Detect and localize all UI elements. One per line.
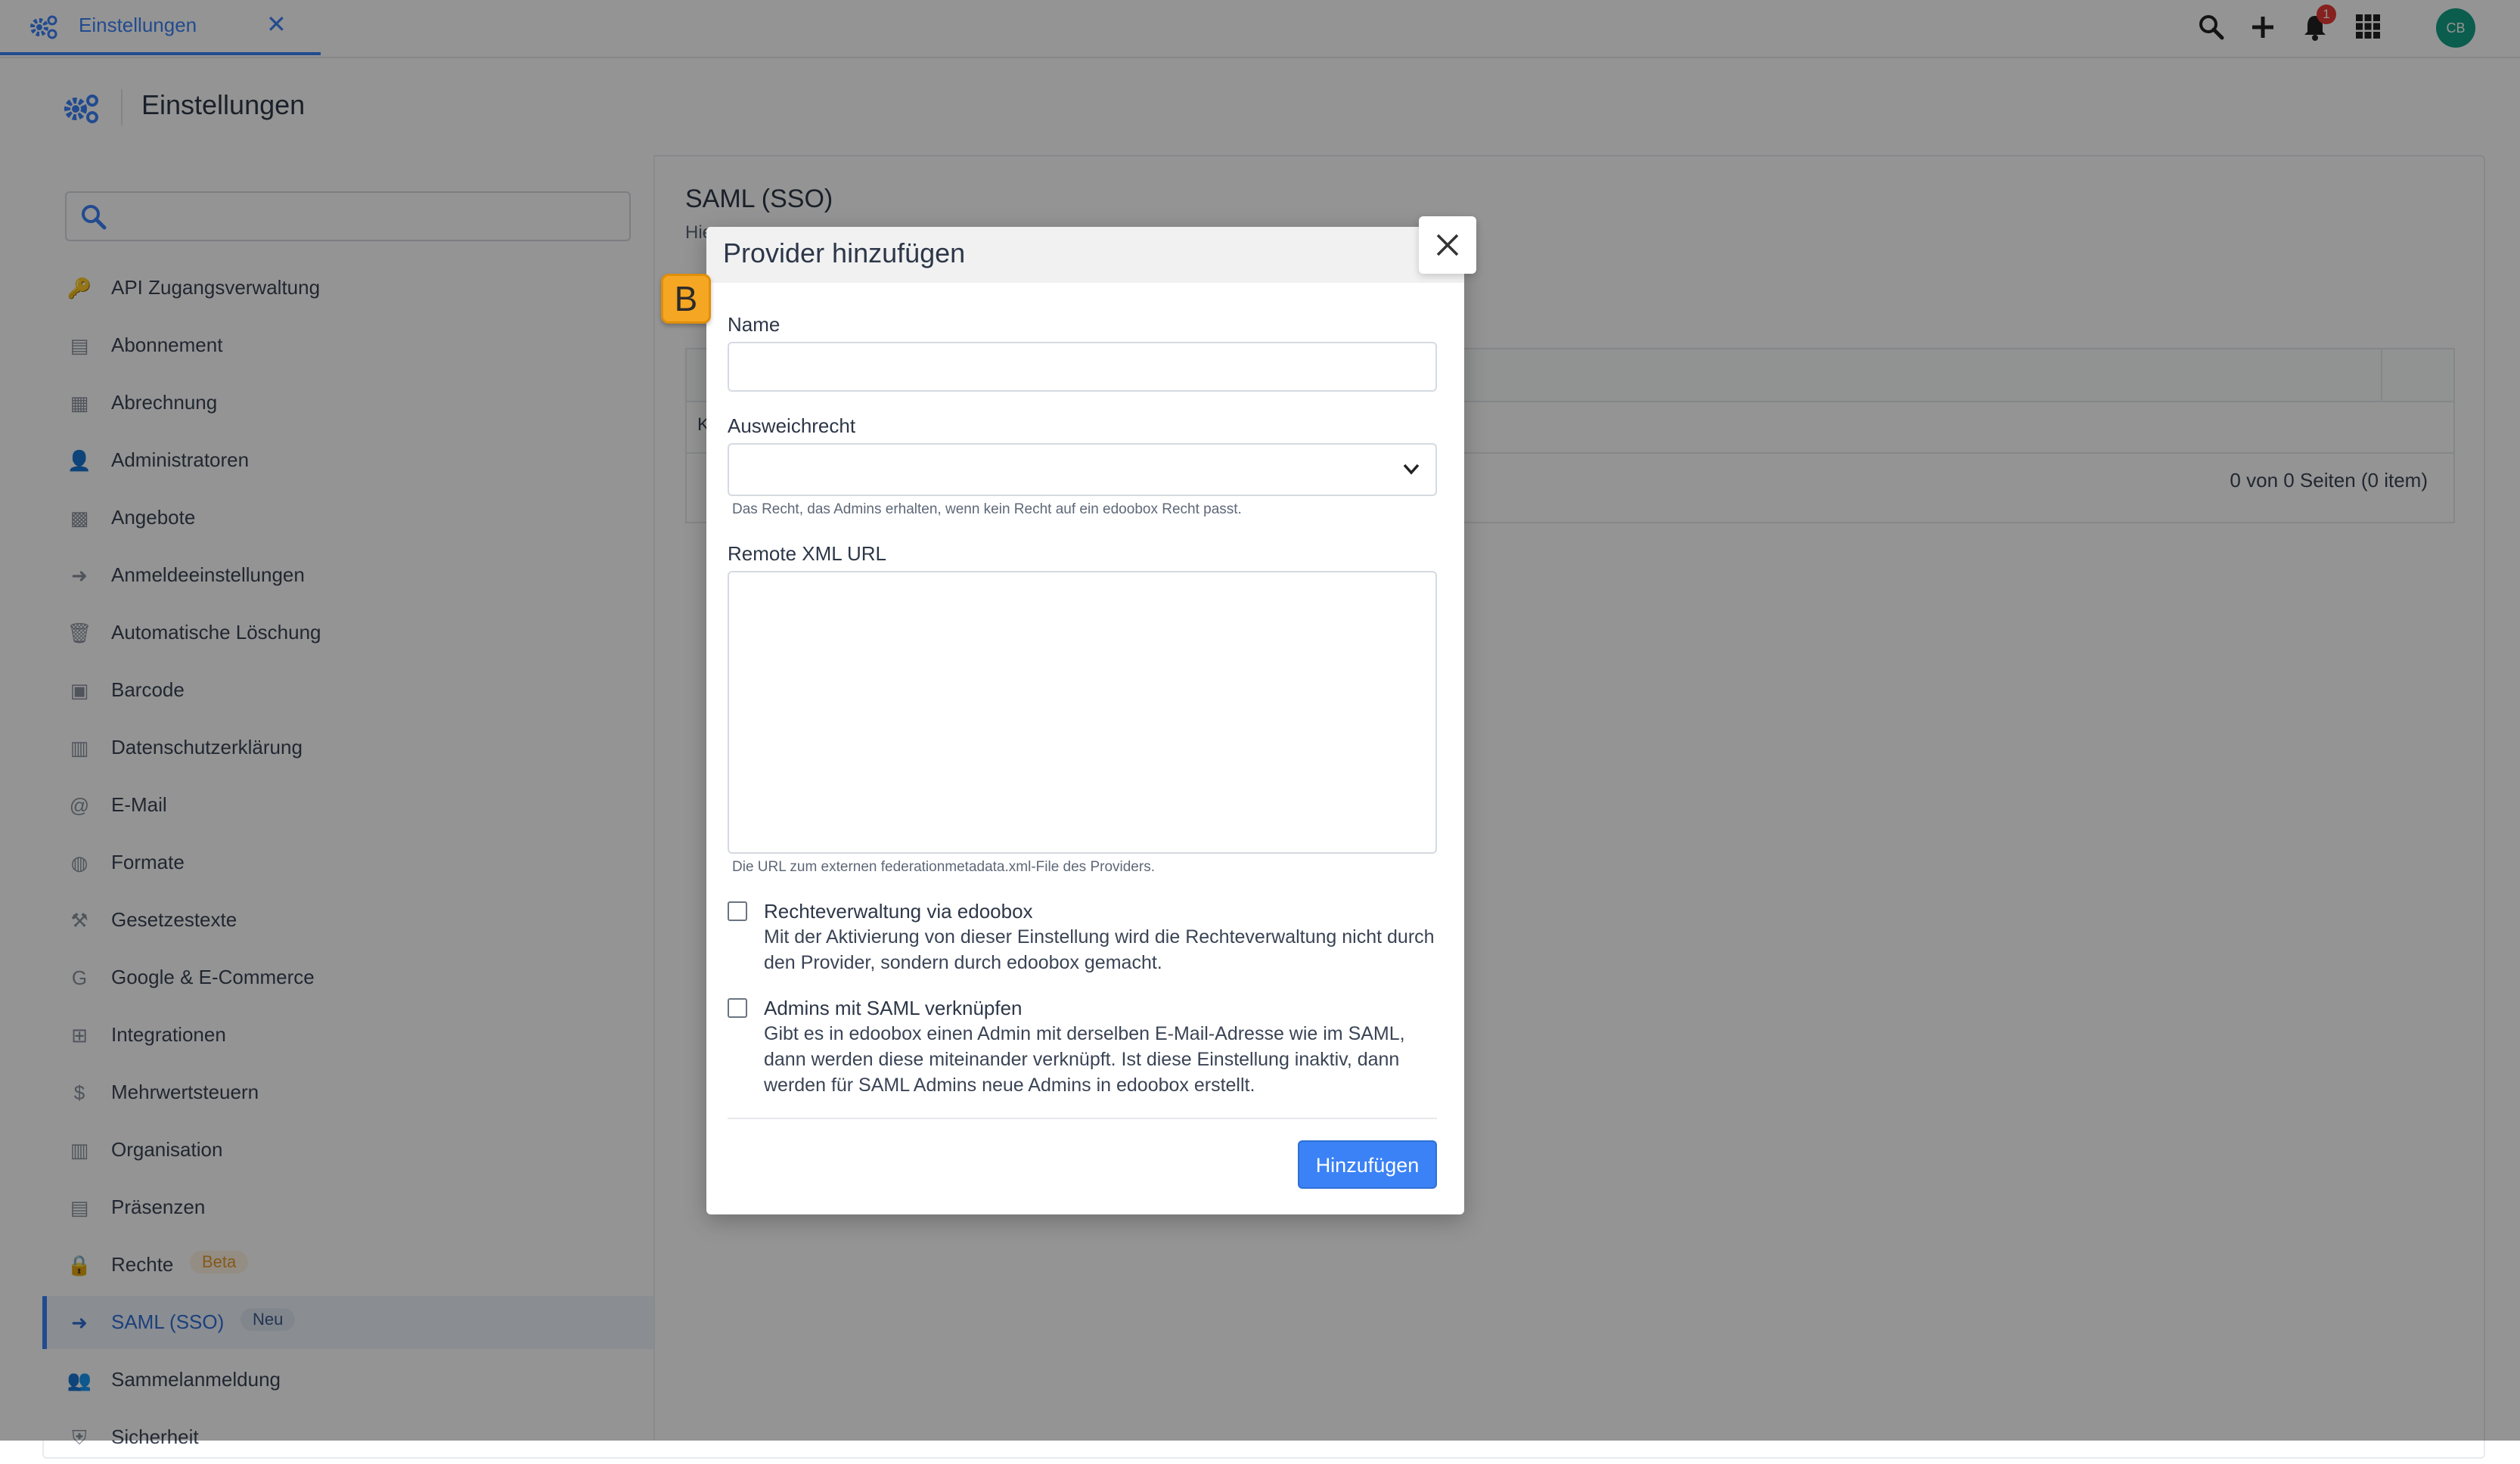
rights-management-checkbox[interactable] <box>728 901 747 921</box>
rights-management-title: Rechteverwaltung via edoobox <box>764 900 1033 923</box>
modal-close-button[interactable] <box>1419 216 1476 274</box>
chevron-down-icon <box>1401 458 1422 483</box>
rights-management-desc: Mit der Aktivierung von dieser Einstellu… <box>764 926 1435 973</box>
fallback-right-hint: Das Recht, das Admins erhalten, wenn kei… <box>732 501 1242 517</box>
remote-xml-textarea[interactable] <box>728 571 1437 854</box>
add-provider-button[interactable]: Hinzufügen <box>1298 1140 1437 1189</box>
modal-title: Provider hinzufügen <box>723 237 966 268</box>
fallback-right-select[interactable] <box>728 443 1437 496</box>
remote-xml-label: Remote XML URL <box>728 542 886 565</box>
link-admins-checkbox[interactable] <box>728 998 747 1018</box>
fallback-right-label: Ausweichrecht <box>728 414 856 437</box>
step-badge: B <box>661 274 711 324</box>
name-label: Name <box>728 313 781 336</box>
link-admins-title: Admins mit SAML verknüpfen <box>764 997 1023 1019</box>
close-icon <box>1436 234 1459 256</box>
modal-divider <box>728 1118 1437 1119</box>
link-admins-desc: Gibt es in edoobox einen Admin mit derse… <box>764 1023 1405 1096</box>
modal-header: Provider hinzufügen <box>706 227 1464 283</box>
remote-xml-hint: Die URL zum externen federationmetadata.… <box>732 859 1155 875</box>
name-input[interactable] <box>728 342 1437 392</box>
